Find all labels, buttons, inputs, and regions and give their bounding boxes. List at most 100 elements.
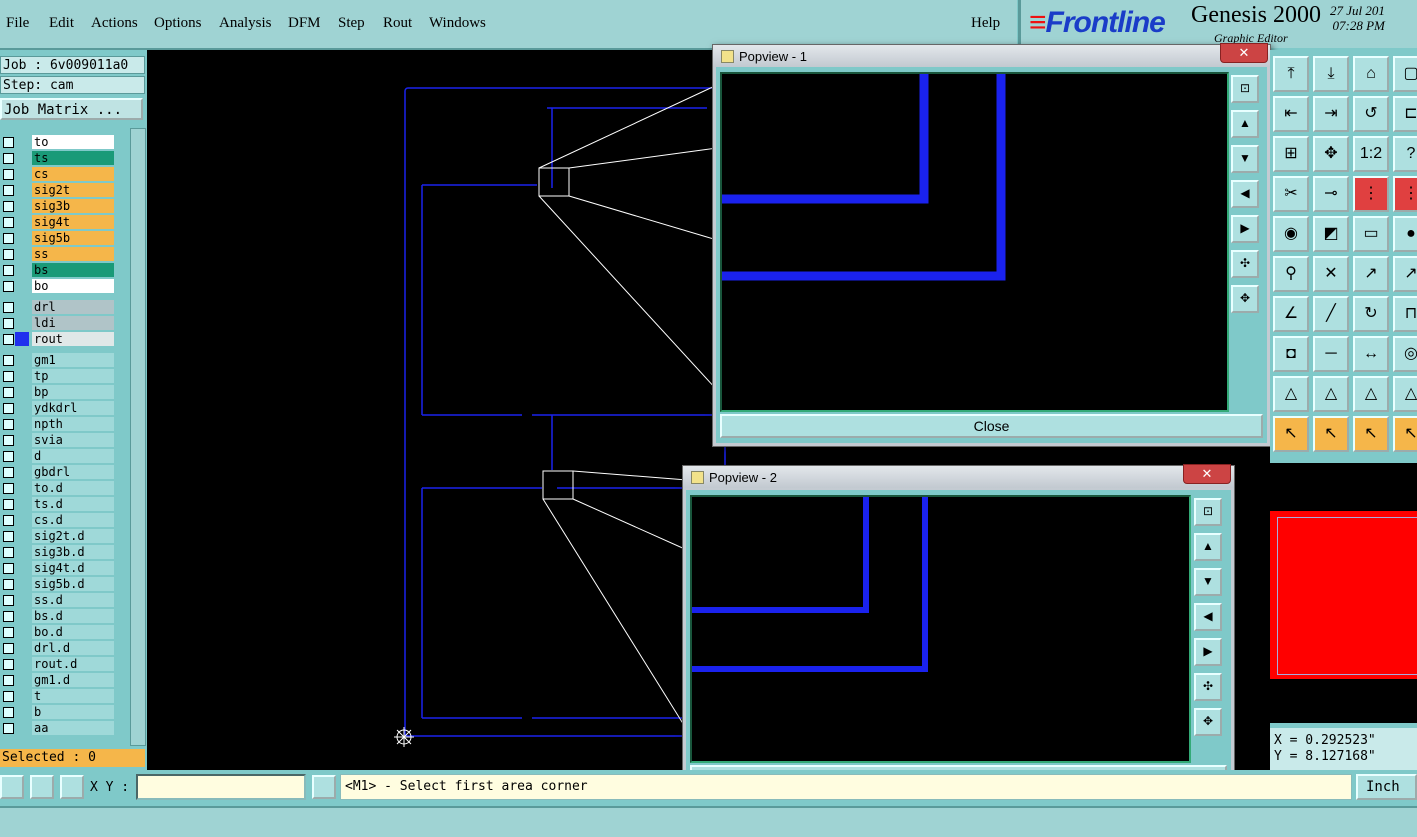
export-icon[interactable]: ⇥ bbox=[1313, 96, 1349, 132]
layer-color-swatch[interactable] bbox=[15, 625, 29, 639]
layer-row[interactable]: sig3b bbox=[0, 198, 116, 214]
layer-row[interactable]: gm1 bbox=[0, 352, 116, 368]
layer-checkbox[interactable] bbox=[3, 563, 14, 574]
menu-options[interactable]: Options bbox=[154, 15, 202, 32]
zoom-fit-icon[interactable]: ⊡ bbox=[1194, 498, 1222, 526]
layer-row[interactable]: ts bbox=[0, 150, 116, 166]
layer-checkbox[interactable] bbox=[3, 707, 14, 718]
pan-right-icon[interactable]: ▶ bbox=[1231, 215, 1259, 243]
route2-icon[interactable]: ⋮ bbox=[1393, 176, 1417, 212]
fit-icon[interactable]: ⊞ bbox=[1273, 136, 1309, 172]
route-icon[interactable]: ⋮ bbox=[1353, 176, 1389, 212]
menu-step[interactable]: Step bbox=[338, 15, 365, 32]
pan-right-icon[interactable]: ▶ bbox=[1194, 638, 1222, 666]
menu-help[interactable]: Help bbox=[971, 15, 1000, 32]
layer-color-swatch[interactable] bbox=[15, 577, 29, 591]
layer-color-swatch[interactable] bbox=[15, 641, 29, 655]
layer-color-swatch[interactable] bbox=[15, 401, 29, 415]
layer-checkbox[interactable] bbox=[3, 318, 14, 329]
layer-checkbox[interactable] bbox=[3, 627, 14, 638]
triangle4-icon[interactable]: △ bbox=[1393, 376, 1417, 412]
layer-row[interactable]: gm1.d bbox=[0, 672, 116, 688]
layer-row[interactable]: aa bbox=[0, 720, 116, 736]
layer-checkbox[interactable] bbox=[3, 611, 14, 622]
connect-icon[interactable]: ⚲ bbox=[1273, 256, 1309, 292]
scale-icon[interactable]: 1:2 bbox=[1353, 136, 1389, 172]
layer-color-swatch[interactable] bbox=[15, 300, 29, 314]
layer-color-swatch[interactable] bbox=[15, 673, 29, 687]
layer-row[interactable]: sig3b.d bbox=[0, 544, 116, 560]
layer-row[interactable]: npth bbox=[0, 416, 116, 432]
triangle3-icon[interactable]: △ bbox=[1353, 376, 1389, 412]
layer-color-swatch[interactable] bbox=[15, 609, 29, 623]
layer-scrollbar[interactable] bbox=[130, 128, 146, 746]
pointer4-icon[interactable]: ↖ bbox=[1393, 416, 1417, 452]
units-button[interactable]: Inch bbox=[1356, 774, 1417, 800]
menu-file[interactable]: File bbox=[6, 15, 29, 32]
layer-row[interactable]: to.d bbox=[0, 480, 116, 496]
center-icon[interactable]: ✥ bbox=[1313, 136, 1349, 172]
menu-windows[interactable]: Windows bbox=[429, 15, 486, 32]
layer-row[interactable]: sig2t.d bbox=[0, 528, 116, 544]
layer-row[interactable]: rout.d bbox=[0, 656, 116, 672]
layer-color-swatch[interactable] bbox=[15, 561, 29, 575]
angle-icon[interactable]: ∠ bbox=[1273, 296, 1309, 332]
layer-checkbox[interactable] bbox=[3, 483, 14, 494]
menu-analysis[interactable]: Analysis bbox=[219, 15, 272, 32]
layer-row[interactable]: tp bbox=[0, 368, 116, 384]
pan-up-icon[interactable]: ▲ bbox=[1231, 110, 1259, 138]
measure-icon[interactable]: ↔ bbox=[1353, 336, 1389, 372]
pointer-icon[interactable]: ↖ bbox=[1273, 416, 1309, 452]
layer-checkbox[interactable] bbox=[3, 403, 14, 414]
down-icon[interactable]: ⤓ bbox=[1313, 56, 1349, 92]
layer-checkbox[interactable] bbox=[3, 265, 14, 276]
copy-icon[interactable]: ↗ bbox=[1393, 256, 1417, 292]
pointer2-icon[interactable]: ↖ bbox=[1313, 416, 1349, 452]
layer-color-swatch[interactable] bbox=[15, 135, 29, 149]
layer-color-swatch[interactable] bbox=[15, 417, 29, 431]
arc-icon[interactable]: ↻ bbox=[1353, 296, 1389, 332]
overview-map[interactable] bbox=[1270, 463, 1417, 723]
layer-color-swatch[interactable] bbox=[15, 316, 29, 330]
pad-icon[interactable]: ◘ bbox=[1273, 336, 1309, 372]
layer-row[interactable]: ss bbox=[0, 246, 116, 262]
layer-row[interactable]: drl bbox=[0, 299, 116, 315]
layer-row[interactable]: d bbox=[0, 448, 116, 464]
layer-color-swatch[interactable] bbox=[15, 721, 29, 735]
layer-row[interactable]: drl.d bbox=[0, 640, 116, 656]
import-icon[interactable]: ⇤ bbox=[1273, 96, 1309, 132]
layer-color-swatch[interactable] bbox=[15, 279, 29, 293]
layer-color-swatch[interactable] bbox=[15, 183, 29, 197]
draw-icon[interactable]: ◩ bbox=[1313, 216, 1349, 252]
layer-row[interactable]: bs bbox=[0, 262, 116, 278]
layer-color-swatch[interactable] bbox=[15, 657, 29, 671]
layer-row[interactable]: t bbox=[0, 688, 116, 704]
popview-1-view[interactable] bbox=[720, 72, 1229, 412]
zoom-out-icon[interactable]: ✥ bbox=[1231, 285, 1259, 313]
step-icon[interactable]: ⊏ bbox=[1393, 96, 1417, 132]
layer-row[interactable]: bo.d bbox=[0, 624, 116, 640]
layer-checkbox[interactable] bbox=[3, 387, 14, 398]
layer-color-swatch[interactable] bbox=[15, 332, 29, 346]
layer-color-swatch[interactable] bbox=[15, 705, 29, 719]
delete-icon[interactable]: ✕ bbox=[1313, 256, 1349, 292]
pointer3-icon[interactable]: ↖ bbox=[1353, 416, 1389, 452]
frame-icon[interactable]: ▢ bbox=[1393, 56, 1417, 92]
layer-checkbox[interactable] bbox=[3, 371, 14, 382]
layer-row[interactable]: ts.d bbox=[0, 496, 116, 512]
layer-checkbox[interactable] bbox=[3, 531, 14, 542]
layer-color-swatch[interactable] bbox=[15, 385, 29, 399]
loop-icon[interactable]: ↺ bbox=[1353, 96, 1389, 132]
minus-icon[interactable]: ─ bbox=[1313, 336, 1349, 372]
layer-color-swatch[interactable] bbox=[15, 481, 29, 495]
popview-2-titlebar[interactable]: Popview - 2 bbox=[683, 466, 1234, 488]
layer-color-swatch[interactable] bbox=[15, 465, 29, 479]
layer-checkbox[interactable] bbox=[3, 137, 14, 148]
layer-row[interactable]: bp bbox=[0, 384, 116, 400]
layer-row[interactable]: cs bbox=[0, 166, 116, 182]
select-icon[interactable]: ◉ bbox=[1273, 216, 1309, 252]
layer-row[interactable]: ldi bbox=[0, 315, 116, 331]
pin-icon[interactable]: ⊸ bbox=[1313, 176, 1349, 212]
snap-icon[interactable] bbox=[0, 775, 24, 799]
layer-color-swatch[interactable] bbox=[15, 545, 29, 559]
